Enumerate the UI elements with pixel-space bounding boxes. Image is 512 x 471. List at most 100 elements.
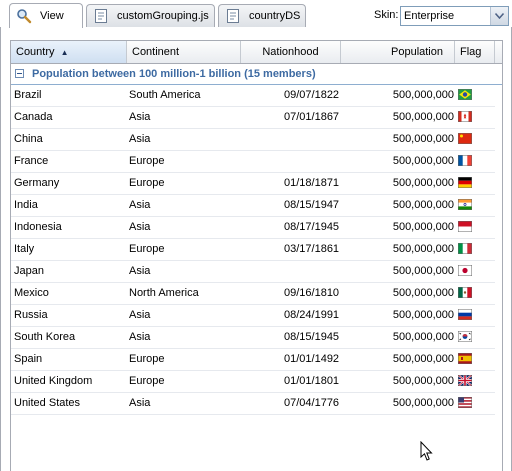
cell-country: Japan (14, 265, 44, 277)
cell-country: India (14, 199, 38, 211)
cell-population: 500,000,000 (392, 177, 454, 189)
skin-select[interactable]: Enterprise (400, 6, 509, 26)
table-row[interactable]: China Asia 500,000,000 (11, 129, 495, 151)
flag-us-icon (458, 397, 472, 408)
table-row[interactable]: South Korea Asia 08/15/1945 500,000,000 (11, 327, 495, 349)
cell-continent: Europe (129, 353, 165, 365)
cell-continent: Asia (129, 111, 151, 123)
cell-nationhood: 01/01/1492 (284, 353, 340, 365)
collapse-icon[interactable] (15, 69, 24, 78)
tab-countryds[interactable]: countryDS (218, 4, 306, 27)
mouse-cursor-icon (420, 441, 433, 461)
skin-dropdown-button[interactable] (490, 7, 508, 25)
js-file-icon (93, 8, 109, 24)
cell-nationhood: 03/17/1861 (284, 243, 340, 255)
column-header-population-label: Population (391, 46, 443, 58)
cell-nationhood: 07/01/1867 (284, 111, 340, 123)
cell-population: 500,000,000 (392, 111, 454, 123)
cell-continent: Europe (129, 155, 165, 167)
column-header-population[interactable]: Population (341, 41, 455, 63)
flag-fr-icon (458, 155, 472, 166)
cell-population: 500,000,000 (392, 375, 454, 387)
grid-header: Country ▲ Continent Nationhood Populatio… (11, 41, 502, 64)
flag-de-icon (458, 177, 472, 188)
cell-nationhood: 07/04/1776 (284, 397, 340, 409)
cell-population: 500,000,000 (392, 309, 454, 321)
table-row[interactable]: Italy Europe 03/17/1861 500,000,000 (11, 239, 495, 261)
tab-view-label: View (40, 10, 64, 22)
cell-population: 500,000,000 (392, 287, 454, 299)
column-header-nationhood[interactable]: Nationhood (241, 41, 341, 63)
table-row[interactable]: France Europe 500,000,000 (11, 151, 495, 173)
cell-country: Brazil (14, 89, 42, 101)
flag-ca-icon (458, 111, 472, 122)
cell-country: South Korea (14, 331, 76, 343)
tab-view[interactable]: View (9, 3, 83, 28)
cell-nationhood: 08/15/1945 (284, 331, 340, 343)
datasource-file-icon (225, 8, 241, 24)
cell-nationhood: 08/15/1947 (284, 199, 340, 211)
table-row[interactable]: Japan Asia 500,000,000 (11, 261, 495, 283)
cell-population: 500,000,000 (392, 243, 454, 255)
cell-continent: Asia (129, 221, 151, 233)
table-row[interactable]: Russia Asia 08/24/1991 500,000,000 (11, 305, 495, 327)
flag-mx-icon (458, 287, 472, 298)
table-row[interactable]: United Kingdom Europe 01/01/1801 500,000,00… (11, 371, 495, 393)
table-row[interactable]: Spain Europe 01/01/1492 500,000,000 (11, 349, 495, 371)
cell-continent: Asia (129, 133, 151, 145)
tab-customgrouping-js[interactable]: customGrouping.js (86, 4, 215, 27)
cell-continent: Europe (129, 177, 165, 189)
cell-country: Canada (14, 111, 53, 123)
search-icon (16, 8, 32, 24)
tab-countryds-label: countryDS (249, 10, 301, 22)
column-header-country-label: Country (16, 46, 55, 58)
cell-population: 500,000,000 (392, 397, 454, 409)
column-header-country[interactable]: Country ▲ (11, 41, 127, 63)
cell-population: 500,000,000 (392, 221, 454, 233)
cell-nationhood: 08/17/1945 (284, 221, 340, 233)
cell-nationhood: 08/24/1991 (284, 309, 340, 321)
flag-cn-icon (458, 133, 472, 144)
column-header-continent-label: Continent (132, 46, 180, 58)
table-row[interactable]: United States Asia 07/04/1776 500,000,000 (11, 393, 495, 415)
cell-country: France (14, 155, 49, 167)
flag-br-icon (458, 89, 472, 100)
table-row[interactable]: Germany Europe 01/18/1871 500,000,000 (11, 173, 495, 195)
table-row[interactable]: Mexico North America 09/16/1810 500,000,000 (11, 283, 495, 305)
cell-continent: Asia (129, 265, 151, 277)
table-row[interactable]: Brazil South America 09/07/1822 500,000,000 (11, 85, 495, 107)
column-header-continent[interactable]: Continent (127, 41, 241, 63)
cell-country: Germany (14, 177, 60, 189)
cell-population: 500,000,000 (392, 265, 454, 277)
cell-population: 500,000,000 (392, 331, 454, 343)
tab-customgrouping-label: customGrouping.js (117, 10, 209, 22)
cell-population: 500,000,000 (392, 353, 454, 365)
table-row[interactable]: Canada Asia 07/01/1867 500,000,000 (11, 107, 495, 129)
cell-nationhood: 09/07/1822 (284, 89, 340, 101)
cell-country: Mexico (14, 287, 49, 299)
flag-kr-icon (458, 331, 472, 342)
flag-it-icon (458, 243, 472, 254)
cell-continent: Asia (129, 309, 151, 321)
table-row[interactable]: India Asia 08/15/1947 500,000,000 (11, 195, 495, 217)
cell-population: 500,000,000 (392, 199, 454, 211)
cell-nationhood: 09/16/1810 (284, 287, 340, 299)
skin-select-value: Enterprise (404, 10, 455, 22)
grid-body: Brazil South America 09/07/1822 500,000,000… (11, 85, 495, 415)
group-header[interactable]: Population between 100 million-1 billion… (11, 64, 502, 85)
country-grid: Country ▲ Continent Nationhood Populatio… (10, 40, 503, 471)
cell-nationhood: 01/18/1871 (284, 177, 340, 189)
cell-country: United States (14, 397, 81, 409)
cell-continent: Europe (129, 243, 165, 255)
column-header-flag[interactable]: Flag (455, 41, 495, 63)
cell-continent: South America (129, 89, 201, 101)
cell-continent: North America (129, 287, 199, 299)
cell-country: Indonesia (14, 221, 62, 233)
cell-continent: Asia (129, 331, 151, 343)
cell-nationhood: 01/01/1801 (284, 375, 340, 387)
cell-country: China (14, 133, 43, 145)
cell-population: 500,000,000 (392, 89, 454, 101)
flag-ru-icon (458, 309, 472, 320)
flag-gb-icon (457, 374, 473, 387)
table-row[interactable]: Indonesia Asia 08/17/1945 500,000,000 (11, 217, 495, 239)
